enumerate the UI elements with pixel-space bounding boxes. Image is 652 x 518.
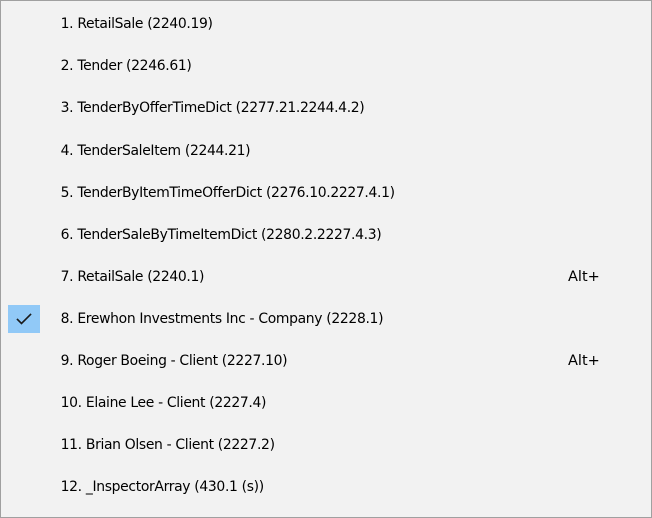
menu-item-label: 12. _InspectorArray (430.1 (s))	[60, 479, 265, 495]
menu-item-label: 6. TenderSaleByTimeItemDict (2280.2.2227…	[60, 227, 382, 243]
menu-item-gutter	[4, 387, 52, 419]
menu-item-gutter	[4, 50, 52, 82]
menu-item-label: 3. TenderByOfferTimeDict (2277.21.2244.4…	[60, 100, 365, 116]
menu-item-gutter	[4, 471, 52, 503]
context-menu: 1. RetailSale (2240.19) 2. Tender (2246.…	[0, 0, 652, 518]
menu-item-label: 9. Roger Boeing - Client (2227.10)	[60, 353, 288, 369]
menu-item-11[interactable]: 11. Brian Olsen - Client (2227.2)	[4, 429, 648, 461]
menu-item-3[interactable]: 3. TenderByOfferTimeDict (2277.21.2244.4…	[4, 92, 648, 124]
menu-item-shortcut: Alt+	[568, 269, 600, 285]
menu-item-gutter	[4, 177, 52, 209]
menu-item-shortcut: Alt+	[568, 353, 600, 369]
menu-item-gutter	[4, 135, 52, 167]
menu-item-7[interactable]: 7. RetailSale (2240.1) Alt+	[4, 261, 648, 293]
menu-item-label: 11. Brian Olsen - Client (2227.2)	[60, 437, 275, 453]
menu-item-10[interactable]: 10. Elaine Lee - Client (2227.4)	[4, 387, 648, 419]
menu-item-gutter	[4, 429, 52, 461]
check-highlight	[8, 305, 40, 333]
menu-item-label: 10. Elaine Lee - Client (2227.4)	[60, 395, 267, 411]
menu-top-gap	[1, 1, 651, 3]
menu-item-9[interactable]: 9. Roger Boeing - Client (2227.10) Alt+	[4, 345, 648, 377]
menu-item-label: 8. Erewhon Investments Inc - Company (22…	[60, 311, 384, 327]
menu-item-12[interactable]: 12. _InspectorArray (430.1 (s))	[4, 471, 648, 503]
menu-item-label: 1. RetailSale (2240.19)	[60, 16, 213, 32]
menu-item-gutter	[4, 303, 52, 335]
menu-item-label: 7. RetailSale (2240.1)	[60, 269, 205, 285]
menu-item-1[interactable]: 1. RetailSale (2240.19)	[4, 8, 648, 40]
menu-item-label: 4. TenderSaleItem (2244.21)	[60, 143, 251, 159]
menu-item-6[interactable]: 6. TenderSaleByTimeItemDict (2280.2.2227…	[4, 219, 648, 251]
menu-item-gutter	[4, 261, 52, 293]
menu-item-2[interactable]: 2. Tender (2246.61)	[4, 50, 648, 82]
checkmark-icon	[16, 313, 32, 325]
menu-item-gutter	[4, 92, 52, 124]
menu-item-5[interactable]: 5. TenderByItemTimeOfferDict (2276.10.22…	[4, 177, 648, 209]
menu-item-gutter	[4, 8, 52, 40]
menu-item-8[interactable]: 8. Erewhon Investments Inc - Company (22…	[4, 303, 648, 335]
menu-item-label: 5. TenderByItemTimeOfferDict (2276.10.22…	[60, 185, 395, 201]
menu-item-label: 2. Tender (2246.61)	[60, 58, 192, 74]
menu-item-gutter	[4, 219, 52, 251]
menu-item-gutter	[4, 345, 52, 377]
menu-item-4[interactable]: 4. TenderSaleItem (2244.21)	[4, 135, 648, 167]
